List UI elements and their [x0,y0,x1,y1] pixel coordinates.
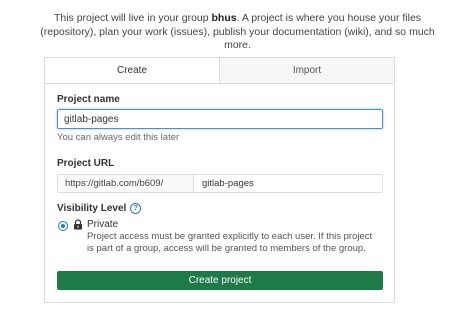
project-name-label: Project name [57,94,120,105]
visibility-level-text: Visibility Level [57,203,127,214]
visibility-private-title: Private [87,219,119,230]
new-project-card: Create Import Project name gitlab-pages … [44,57,395,303]
project-tabs: Create Import [45,58,394,84]
project-name-help: You can always edit this later [57,132,180,143]
group-name: bhus [211,12,237,24]
visibility-private-description: Project access must be granted explicitl… [87,231,373,254]
project-location-intro: This project will live in your group bhu… [40,12,435,53]
question-circle-icon[interactable]: ? [130,203,142,214]
project-url-group: https://gitlab.com/b609/ gitlab-pages [57,174,383,193]
visibility-level-label: Visibility Level ? [57,203,142,214]
project-path-input[interactable]: gitlab-pages [193,174,383,193]
project-url-label: Project URL [57,158,115,169]
lock-icon [74,219,82,230]
visibility-private-radio[interactable] [58,221,68,231]
intro-text-before: This project will live in your group [53,12,212,24]
project-name-input[interactable]: gitlab-pages [57,109,383,129]
tab-import[interactable]: Import [219,58,394,83]
project-url-prefix: https://gitlab.com/b609/ [57,174,193,193]
create-project-button[interactable]: Create project [57,271,383,290]
tab-create[interactable]: Create [45,58,219,83]
